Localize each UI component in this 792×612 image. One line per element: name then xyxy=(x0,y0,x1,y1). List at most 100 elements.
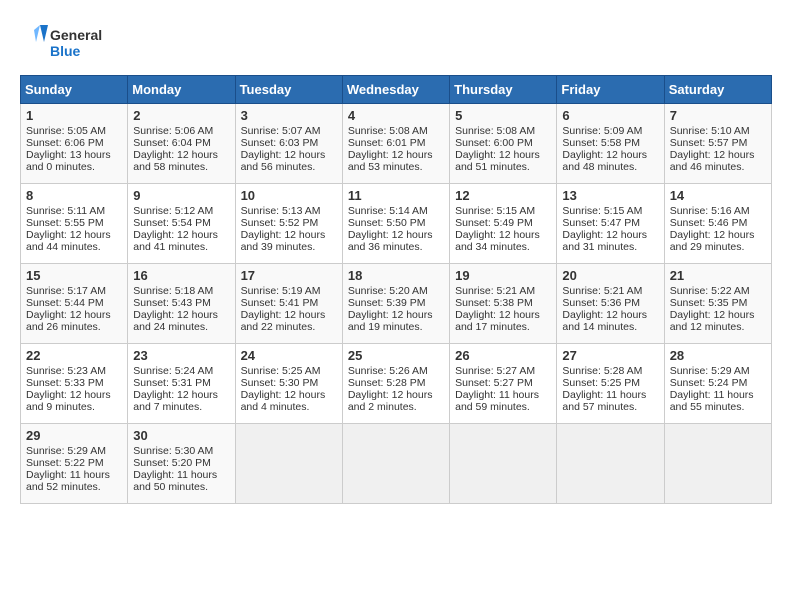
day-info: Sunset: 5:55 PM xyxy=(26,217,122,229)
calendar-cell: 23Sunrise: 5:24 AMSunset: 5:31 PMDayligh… xyxy=(128,344,235,424)
day-info: and 9 minutes. xyxy=(26,401,122,413)
day-number: 5 xyxy=(455,108,551,123)
day-info: and 51 minutes. xyxy=(455,161,551,173)
calendar-cell: 19Sunrise: 5:21 AMSunset: 5:38 PMDayligh… xyxy=(450,264,557,344)
day-info: and 48 minutes. xyxy=(562,161,658,173)
day-info: Daylight: 12 hours xyxy=(562,229,658,241)
day-info: Daylight: 12 hours xyxy=(348,149,444,161)
day-number: 15 xyxy=(26,268,122,283)
day-info: Sunset: 5:25 PM xyxy=(562,377,658,389)
day-info: Sunset: 5:58 PM xyxy=(562,137,658,149)
day-number: 3 xyxy=(241,108,337,123)
day-info: Sunrise: 5:28 AM xyxy=(562,365,658,377)
day-info: Sunrise: 5:10 AM xyxy=(670,125,766,137)
calendar-cell: 29Sunrise: 5:29 AMSunset: 5:22 PMDayligh… xyxy=(21,424,128,504)
day-info: Sunrise: 5:30 AM xyxy=(133,445,229,457)
day-info: Sunset: 5:39 PM xyxy=(348,297,444,309)
day-number: 10 xyxy=(241,188,337,203)
day-info: Sunrise: 5:20 AM xyxy=(348,285,444,297)
calendar-cell xyxy=(664,424,771,504)
day-number: 16 xyxy=(133,268,229,283)
calendar-week-3: 15Sunrise: 5:17 AMSunset: 5:44 PMDayligh… xyxy=(21,264,772,344)
calendar-cell: 26Sunrise: 5:27 AMSunset: 5:27 PMDayligh… xyxy=(450,344,557,424)
day-info: Sunrise: 5:21 AM xyxy=(562,285,658,297)
calendar-cell: 1Sunrise: 5:05 AMSunset: 6:06 PMDaylight… xyxy=(21,104,128,184)
day-info: Daylight: 12 hours xyxy=(241,149,337,161)
day-info: and 31 minutes. xyxy=(562,241,658,253)
col-header-friday: Friday xyxy=(557,76,664,104)
day-number: 21 xyxy=(670,268,766,283)
svg-text:General: General xyxy=(50,27,102,43)
day-info: Sunset: 5:22 PM xyxy=(26,457,122,469)
day-info: Sunrise: 5:16 AM xyxy=(670,205,766,217)
logo: General Blue xyxy=(20,20,110,65)
calendar-cell: 20Sunrise: 5:21 AMSunset: 5:36 PMDayligh… xyxy=(557,264,664,344)
day-info: Sunset: 5:31 PM xyxy=(133,377,229,389)
calendar-week-1: 1Sunrise: 5:05 AMSunset: 6:06 PMDaylight… xyxy=(21,104,772,184)
col-header-monday: Monday xyxy=(128,76,235,104)
day-info: Sunset: 6:00 PM xyxy=(455,137,551,149)
day-info: Daylight: 12 hours xyxy=(26,229,122,241)
day-info: and 36 minutes. xyxy=(348,241,444,253)
day-info: Daylight: 12 hours xyxy=(26,309,122,321)
calendar-week-5: 29Sunrise: 5:29 AMSunset: 5:22 PMDayligh… xyxy=(21,424,772,504)
day-info: Sunrise: 5:23 AM xyxy=(26,365,122,377)
day-info: Daylight: 12 hours xyxy=(348,389,444,401)
day-info: Daylight: 12 hours xyxy=(133,389,229,401)
col-header-wednesday: Wednesday xyxy=(342,76,449,104)
day-info: Sunrise: 5:09 AM xyxy=(562,125,658,137)
day-number: 18 xyxy=(348,268,444,283)
day-info: Daylight: 12 hours xyxy=(241,229,337,241)
day-info: Sunset: 6:01 PM xyxy=(348,137,444,149)
calendar-cell: 18 Sunrise: 5:20 AMSunset: 5:39 PMDayligh… xyxy=(342,264,449,344)
calendar-cell: 24Sunrise: 5:25 AMSunset: 5:30 PMDayligh… xyxy=(235,344,342,424)
day-info: and 7 minutes. xyxy=(133,401,229,413)
day-info: Daylight: 12 hours xyxy=(348,229,444,241)
calendar-cell: 21Sunrise: 5:22 AMSunset: 5:35 PMDayligh… xyxy=(664,264,771,344)
day-info: Daylight: 12 hours xyxy=(348,309,444,321)
calendar-cell: 15Sunrise: 5:17 AMSunset: 5:44 PMDayligh… xyxy=(21,264,128,344)
day-info: Sunrise: 5:05 AM xyxy=(26,125,122,137)
day-info: Sunset: 5:27 PM xyxy=(455,377,551,389)
day-number: 26 xyxy=(455,348,551,363)
calendar-cell: 2Sunrise: 5:06 AMSunset: 6:04 PMDaylight… xyxy=(128,104,235,184)
calendar-cell xyxy=(557,424,664,504)
day-info: Sunrise: 5:29 AM xyxy=(26,445,122,457)
day-info: Sunrise: 5:24 AM xyxy=(133,365,229,377)
day-info: and 59 minutes. xyxy=(455,401,551,413)
day-info: Sunrise: 5:08 AM xyxy=(455,125,551,137)
svg-text:Blue: Blue xyxy=(50,43,81,59)
day-info: Sunset: 5:52 PM xyxy=(241,217,337,229)
day-info: Sunrise: 5:27 AM xyxy=(455,365,551,377)
day-info: Sunrise: 5:11 AM xyxy=(26,205,122,217)
day-number: 9 xyxy=(133,188,229,203)
calendar-week-4: 22Sunrise: 5:23 AMSunset: 5:33 PMDayligh… xyxy=(21,344,772,424)
day-info: Daylight: 11 hours xyxy=(670,389,766,401)
day-info: Daylight: 12 hours xyxy=(26,389,122,401)
day-info: and 44 minutes. xyxy=(26,241,122,253)
day-info: Sunrise: 5:08 AM xyxy=(348,125,444,137)
calendar-cell: 12Sunrise: 5:15 AMSunset: 5:49 PMDayligh… xyxy=(450,184,557,264)
day-info: Sunset: 5:50 PM xyxy=(348,217,444,229)
calendar-header: SundayMondayTuesdayWednesdayThursdayFrid… xyxy=(21,76,772,104)
day-info: Sunrise: 5:22 AM xyxy=(670,285,766,297)
day-info: Daylight: 12 hours xyxy=(241,389,337,401)
day-info: Sunrise: 5:18 AM xyxy=(133,285,229,297)
day-info: Sunrise: 5:26 AM xyxy=(348,365,444,377)
day-info: and 34 minutes. xyxy=(455,241,551,253)
calendar-cell xyxy=(235,424,342,504)
day-info: and 39 minutes. xyxy=(241,241,337,253)
day-info: Daylight: 12 hours xyxy=(562,309,658,321)
day-info: and 29 minutes. xyxy=(670,241,766,253)
day-number: 1 xyxy=(26,108,122,123)
day-info: Sunrise: 5:07 AM xyxy=(241,125,337,137)
day-info: Sunrise: 5:25 AM xyxy=(241,365,337,377)
day-info: and 4 minutes. xyxy=(241,401,337,413)
day-info: Sunrise: 5:15 AM xyxy=(562,205,658,217)
day-info: Daylight: 12 hours xyxy=(670,309,766,321)
day-info: and 58 minutes. xyxy=(133,161,229,173)
logo-svg: General Blue xyxy=(20,20,110,65)
day-number: 19 xyxy=(455,268,551,283)
day-number: 20 xyxy=(562,268,658,283)
day-info: and 22 minutes. xyxy=(241,321,337,333)
